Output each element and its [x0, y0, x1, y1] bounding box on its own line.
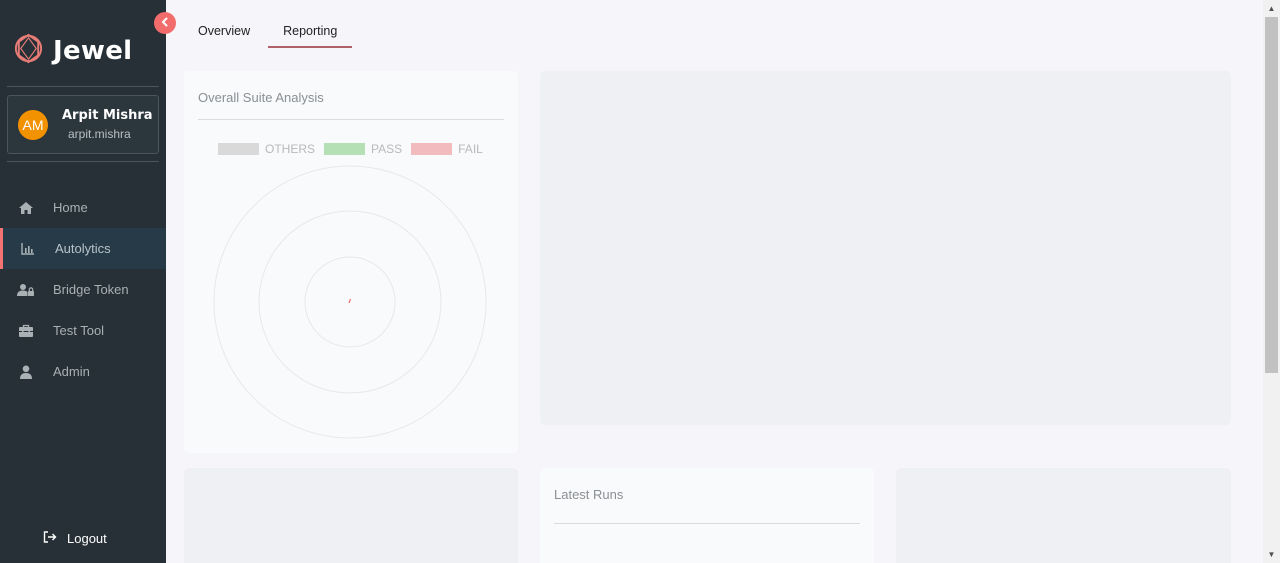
- sidebar: Jewel AM Arpit Mishra arpit.mishra Home …: [0, 0, 166, 563]
- legend-swatch: [218, 143, 259, 155]
- sidebar-item-label: Admin: [53, 364, 90, 379]
- divider: [7, 86, 159, 87]
- polar-chart: [213, 165, 487, 439]
- logout-button[interactable]: Logout: [43, 531, 107, 546]
- user-card[interactable]: AM Arpit Mishra arpit.mishra: [7, 95, 159, 154]
- sidebar-item-home[interactable]: Home: [0, 187, 166, 228]
- scroll-down-icon[interactable]: ▼: [1263, 546, 1280, 563]
- latest-runs-card: Latest Runs: [540, 468, 874, 563]
- sidebar-item-label: Home: [53, 200, 88, 215]
- suite-analysis-card: Overall Suite Analysis OTHERS PASS FAIL: [184, 71, 518, 453]
- scroll-thumb[interactable]: [1265, 17, 1278, 373]
- legend-swatch: [411, 143, 453, 155]
- tab-overview[interactable]: Overview: [185, 20, 263, 48]
- collapse-sidebar-button[interactable]: [154, 12, 176, 34]
- avatar: AM: [18, 110, 48, 140]
- legend-item-others[interactable]: OTHERS: [218, 142, 315, 156]
- scroll-up-icon[interactable]: ▲: [1263, 0, 1280, 17]
- legend-swatch: [324, 143, 366, 155]
- home-icon: [16, 201, 36, 215]
- legend-item-fail[interactable]: FAIL: [411, 142, 483, 156]
- loading-placeholder: [184, 468, 518, 563]
- legend-label: PASS: [371, 142, 403, 156]
- loading-placeholder: [896, 468, 1231, 563]
- legend-label: OTHERS: [265, 142, 316, 156]
- sidebar-item-label: Autolytics: [55, 241, 111, 256]
- user-handle: arpit.mishra: [68, 127, 131, 141]
- page-scrollbar[interactable]: ▲ ▼: [1263, 0, 1280, 563]
- sidebar-item-label: Bridge Token: [53, 282, 129, 297]
- divider: [554, 523, 860, 524]
- brand-name: Jewel: [53, 36, 133, 66]
- toolbox-icon: [16, 324, 36, 338]
- sidebar-item-autolytics[interactable]: Autolytics: [0, 228, 166, 269]
- sign-out-icon: [43, 531, 57, 546]
- legend-item-pass[interactable]: PASS: [324, 142, 402, 156]
- tab-reporting[interactable]: Reporting: [268, 20, 353, 48]
- user-lock-icon: [16, 283, 36, 297]
- user-name: Arpit Mishra: [62, 108, 153, 123]
- sidebar-nav: Home Autolytics Bridge Token Test Tool A…: [0, 187, 166, 392]
- sidebar-item-test-tool[interactable]: Test Tool: [0, 310, 166, 351]
- user-icon: [16, 365, 36, 379]
- chevron-left-icon: [160, 14, 170, 32]
- card-title: Latest Runs: [554, 487, 624, 502]
- bar-chart-icon: [18, 242, 38, 255]
- legend-label: FAIL: [458, 142, 483, 156]
- sidebar-item-label: Test Tool: [53, 323, 105, 338]
- brand[interactable]: Jewel: [12, 32, 132, 70]
- jewel-logo-icon: [12, 32, 45, 70]
- sidebar-item-bridge-token[interactable]: Bridge Token: [0, 269, 166, 310]
- logout-label: Logout: [67, 531, 107, 546]
- sidebar-item-admin[interactable]: Admin: [0, 351, 166, 392]
- loading-placeholder: [540, 71, 1231, 425]
- divider: [198, 119, 504, 120]
- chart-legend: OTHERS PASS FAIL: [218, 142, 492, 156]
- divider: [7, 161, 159, 162]
- tab-bar: Overview Reporting: [185, 20, 353, 48]
- card-title: Overall Suite Analysis: [198, 90, 324, 105]
- polar-fail-mark: [348, 298, 352, 304]
